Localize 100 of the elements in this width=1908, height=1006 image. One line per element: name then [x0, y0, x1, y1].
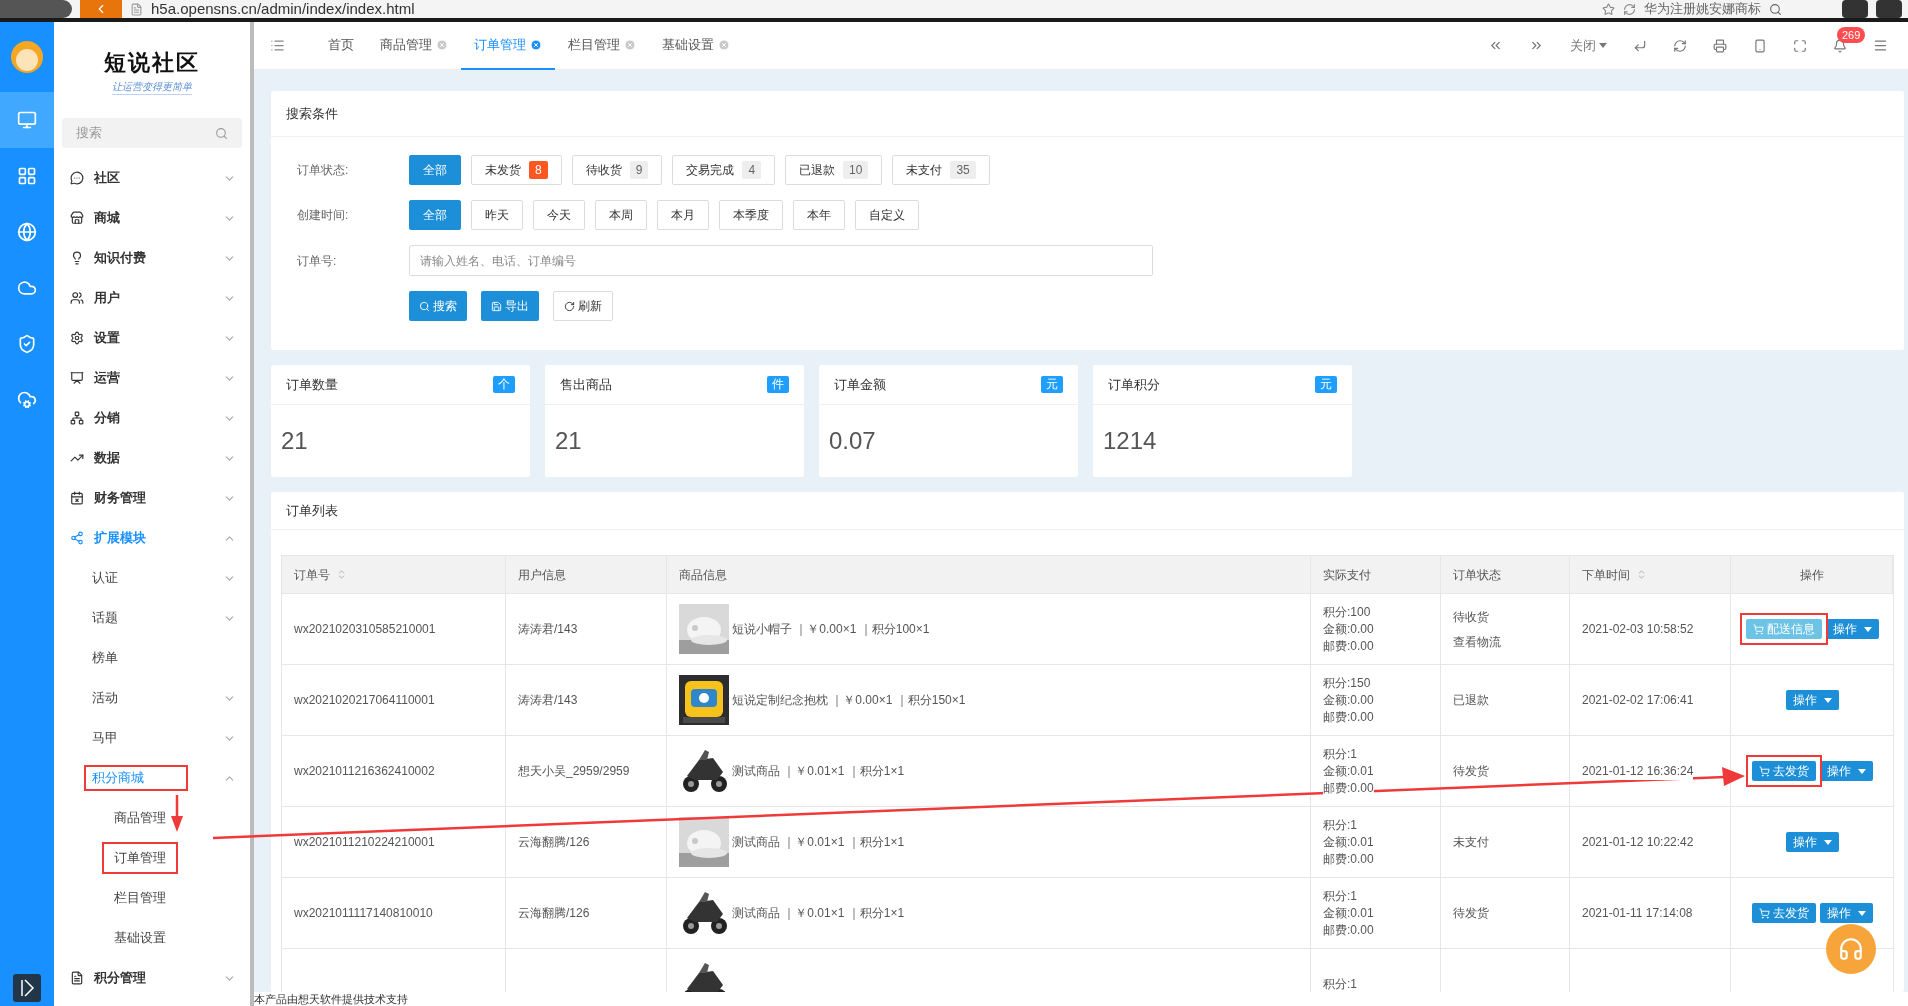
menu-icon[interactable] — [1873, 38, 1888, 53]
refresh-icon — [564, 300, 575, 312]
cart-icon — [1758, 765, 1770, 777]
action-dropdown-button[interactable]: 操作 — [1825, 619, 1879, 639]
address-field[interactable]: h5a.opensns.cn/admin/index/index.html — [151, 0, 415, 18]
sidebar-item[interactable]: 设置 — [54, 318, 250, 358]
sidebar-item[interactable]: 数据 — [54, 438, 250, 478]
filter-option[interactable]: 今天 — [533, 200, 585, 230]
filter-option[interactable]: 本年 — [793, 200, 845, 230]
close-icon[interactable] — [718, 38, 730, 51]
filter-option[interactable]: 本周 — [595, 200, 647, 230]
column-header[interactable]: 订单号 — [282, 556, 506, 593]
filter-option[interactable]: 本月 — [657, 200, 709, 230]
table-cell-text: wx2021020217064110001 — [294, 692, 435, 709]
rail-icon — [17, 334, 37, 354]
menu-icon — [70, 211, 84, 225]
search-icon — [1769, 2, 1782, 16]
sidebar-subitem[interactable]: 商品管理 — [114, 808, 166, 828]
sidebar-subitem[interactable]: 认证 — [54, 558, 250, 598]
sidebar-subitem[interactable]: 榜单 — [54, 638, 250, 678]
filter-option[interactable]: 全部 — [409, 200, 461, 230]
collapse-icon[interactable] — [13, 974, 41, 1002]
cart-icon — [1752, 623, 1764, 635]
filter-label: 创建时间: — [297, 207, 350, 224]
filter-option[interactable]: 未支付 35 — [892, 155, 990, 185]
return-icon[interactable] — [1633, 38, 1647, 53]
column-header[interactable]: 下单时间 — [1570, 556, 1731, 593]
sidebar-item[interactable]: 社区 — [54, 158, 250, 198]
table-cell: 金额:0.01 — [1323, 904, 1374, 922]
sidebar-item[interactable]: 知识付费 — [54, 238, 250, 278]
close-icon[interactable] — [436, 38, 448, 51]
sidebar-item[interactable]: 用户 — [54, 278, 250, 318]
action-dropdown-button[interactable]: 操作 — [1785, 832, 1839, 852]
phone-icon[interactable] — [1753, 38, 1767, 53]
action-dropdown-button[interactable]: 操作 — [1819, 903, 1873, 923]
action-dropdown-button[interactable]: 操作 — [1785, 690, 1839, 710]
filter-label: 订单号: — [297, 252, 338, 270]
sidebar-item[interactable]: 商城 — [54, 198, 250, 238]
sidebar-subitem[interactable]: 马甲 — [54, 718, 250, 758]
rail-icon — [17, 222, 37, 242]
close-icon[interactable] — [530, 38, 542, 51]
bell-icon[interactable] — [1833, 38, 1847, 53]
menu-icon — [70, 531, 84, 545]
ship-button[interactable]: 去发货 — [1751, 761, 1816, 781]
page-icon — [130, 2, 143, 16]
sidebar-subitem[interactable]: 基础设置 — [114, 928, 166, 948]
sidebar-subitem[interactable]: 订单管理 — [114, 848, 166, 868]
menu-toggle-icon[interactable] — [270, 38, 285, 53]
close-icon[interactable] — [624, 38, 636, 51]
refresh-button[interactable]: 刷新 — [553, 291, 613, 321]
filter-option[interactable]: 未发货 8 — [471, 155, 562, 185]
tab[interactable]: 商品管理 — [367, 21, 461, 70]
filter-option[interactable]: 昨天 — [471, 200, 523, 230]
sidebar-item[interactable]: 积分管理 — [54, 958, 250, 998]
filter-option[interactable]: 待收货 9 — [571, 155, 663, 185]
table-cell: 积分:1 — [1323, 975, 1357, 992]
sidebar-item[interactable]: 运营 — [54, 358, 250, 398]
close-tabs-dropdown[interactable]: 关闭 — [1570, 35, 1607, 56]
sidebar-subitem[interactable]: 活动 — [54, 678, 250, 718]
fullscreen-icon[interactable] — [1793, 38, 1807, 53]
filter-label: 订单状态: — [297, 162, 350, 179]
table-cell-text: 待收货 — [1453, 608, 1490, 626]
browser-search-field[interactable]: 华为注册姚安娜商标 — [1644, 0, 1834, 19]
avatar-icon[interactable] — [10, 40, 44, 74]
filter-option[interactable]: 本季度 — [719, 200, 783, 230]
headset-icon — [1838, 936, 1864, 962]
table-cell-text: 测试商品 ｜￥0.01×1 ｜积分1×1 — [732, 834, 905, 851]
star-icon[interactable] — [1602, 2, 1615, 16]
printer-icon[interactable] — [1713, 38, 1727, 53]
footer-text: 本产品由想天软件提供技术支持 — [254, 993, 408, 1005]
reload-icon[interactable] — [1623, 2, 1636, 16]
stat-title: 售出商品 — [560, 375, 612, 394]
filter-option[interactable]: 自定义 — [855, 200, 919, 230]
sidebar-subitem[interactable]: 话题 — [54, 598, 250, 638]
export-button[interactable]: 导出 — [481, 291, 539, 321]
menu-icon — [70, 171, 84, 185]
action-dropdown-button[interactable]: 操作 — [1819, 761, 1873, 781]
search-icon — [215, 126, 228, 140]
sidebar-subitem[interactable]: 栏目管理 — [114, 888, 166, 908]
refresh-icon[interactable] — [1673, 38, 1687, 53]
tab[interactable]: 首页 — [315, 21, 367, 70]
caret-icon — [1823, 839, 1832, 845]
tab[interactable]: 基础设置 — [649, 21, 743, 70]
column-header: 实际支付 — [1311, 556, 1441, 593]
filter-option[interactable]: 已退款 10 — [785, 155, 883, 185]
ship-button[interactable]: 去发货 — [1751, 903, 1816, 923]
menu-icon — [70, 371, 84, 385]
sidebar-item[interactable]: 分销 — [54, 398, 250, 438]
count-badge: 8 — [529, 161, 548, 179]
search-button[interactable]: 搜索 — [409, 291, 467, 321]
filter-option[interactable]: 全部 — [409, 155, 461, 185]
tab[interactable]: 栏目管理 — [555, 21, 649, 70]
menu-icon — [70, 291, 84, 305]
filter-option[interactable]: 交易完成 4 — [672, 155, 776, 185]
cart-icon — [1758, 907, 1770, 919]
order-search-field[interactable]: 请输入姓名、电话、订单编号 — [409, 245, 1153, 276]
logistics-link[interactable]: 查看物流 — [1453, 632, 1557, 651]
table-cell-text: wx2021011210224210001 — [294, 834, 435, 851]
sidebar-item[interactable]: 财务管理 — [54, 478, 250, 518]
search-icon — [419, 300, 430, 312]
